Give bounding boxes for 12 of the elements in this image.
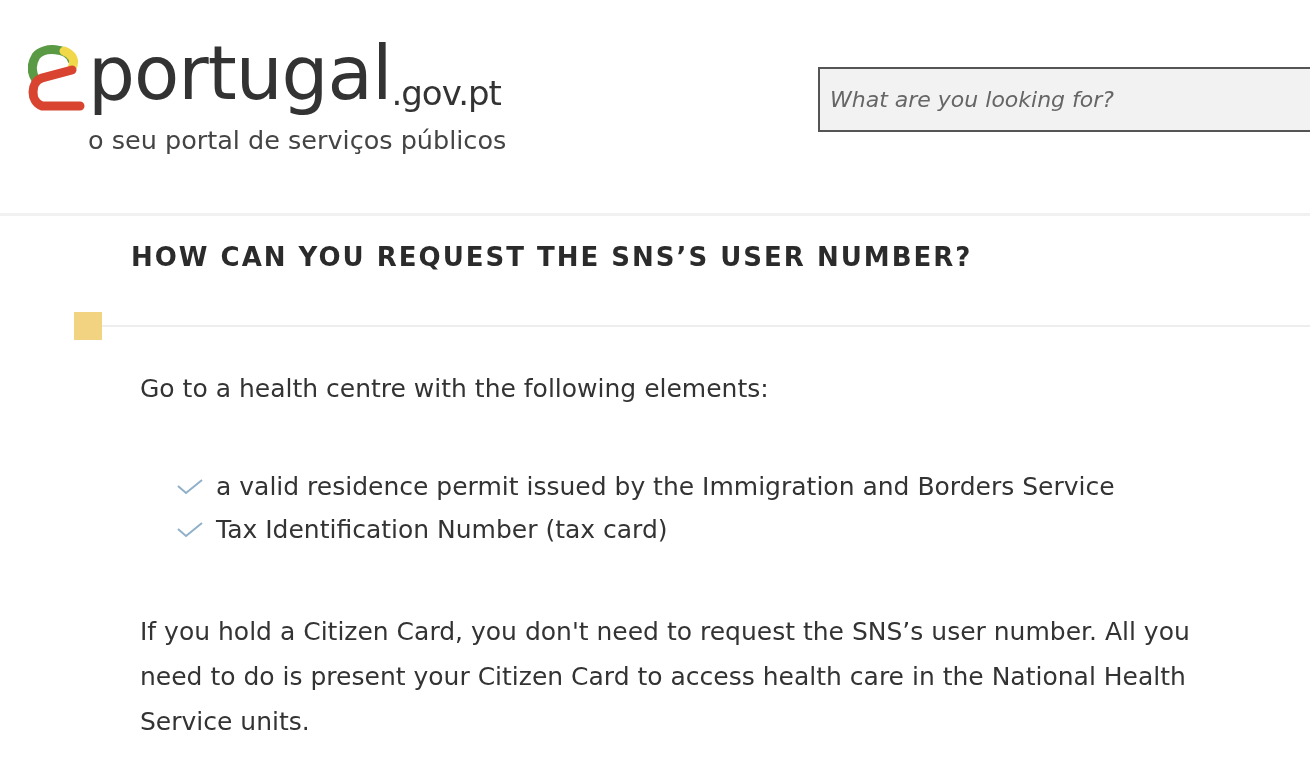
logo-tagline: o seu portal de serviços públicos bbox=[88, 125, 507, 155]
check-icon bbox=[176, 519, 204, 540]
requirement-text: a valid residence permit issued by the Immigration and Borders Service bbox=[216, 471, 1115, 503]
requirement-text: Tax Identification Number (tax card) bbox=[216, 514, 668, 546]
logo-domain: .gov.pt bbox=[391, 73, 501, 113]
search-field[interactable]: What are you looking for? bbox=[818, 67, 1310, 132]
check-icon bbox=[176, 476, 204, 497]
section-heading: HOW CAN YOU REQUEST THE SNS’S USER NUMBER? bbox=[131, 242, 974, 272]
section-marker bbox=[74, 312, 102, 340]
intro-text: Go to a health centre with the following elements: bbox=[140, 373, 770, 405]
logo-wordmark: portugal bbox=[88, 28, 392, 118]
note-paragraph: If you hold a Citizen Card, you don't need to request the SNS’s user number. All you need to do is present your Citizen Card to access health care in the National Health Service units. bbox=[140, 616, 1191, 738]
